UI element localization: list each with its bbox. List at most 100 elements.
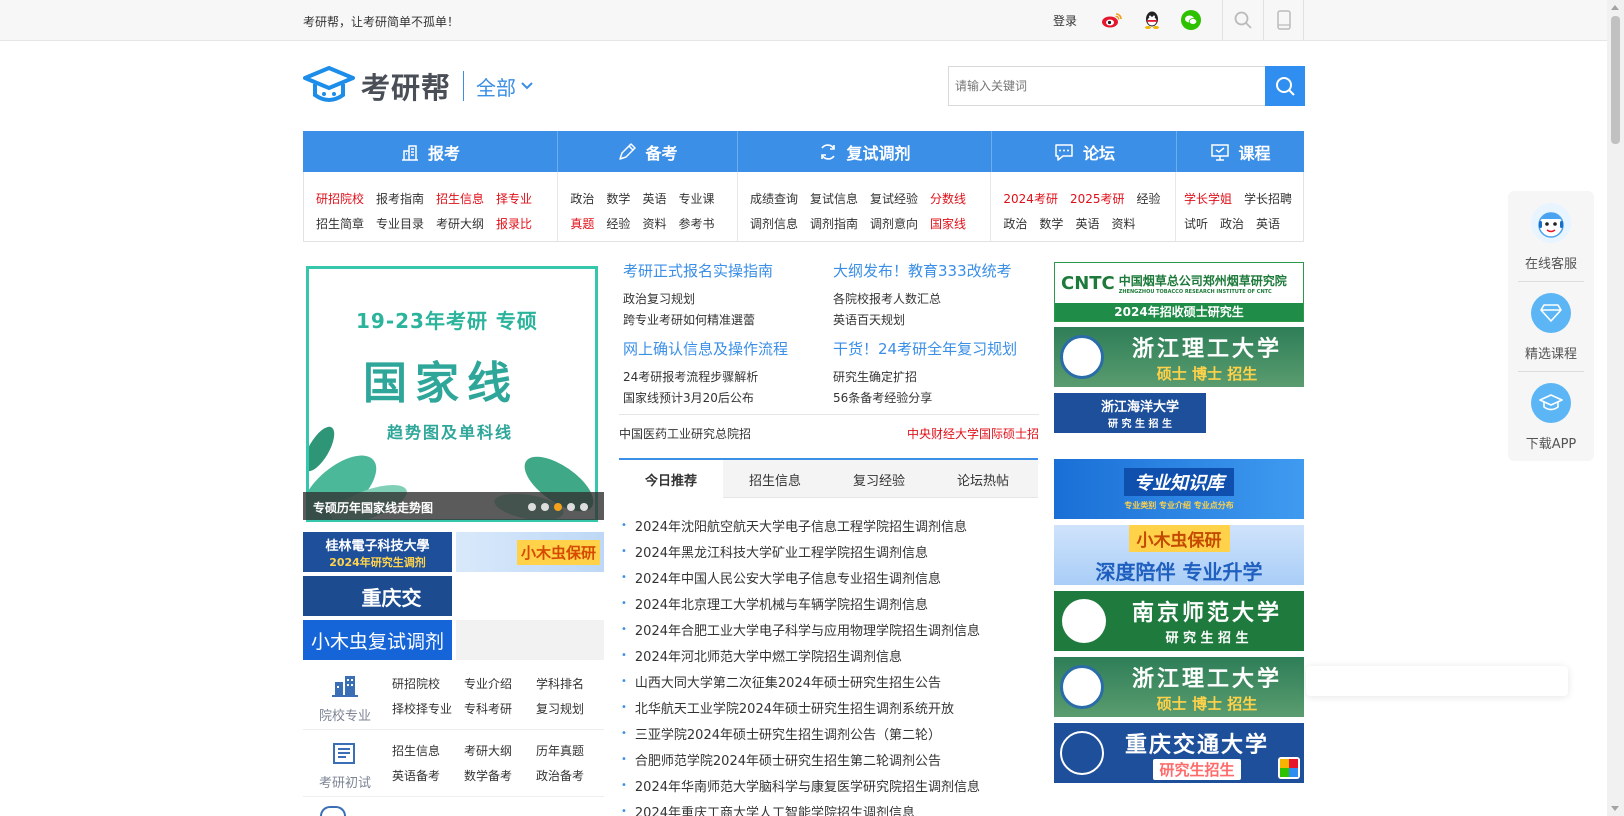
headline-sub-link[interactable]: 24考研报考流程步骤解析 bbox=[623, 368, 758, 385]
headline-link[interactable]: 考研正式报名实操指南 bbox=[623, 260, 773, 281]
subnav-link[interactable]: 考研大纲 bbox=[436, 215, 484, 232]
subnav-link[interactable]: 资料 bbox=[642, 215, 666, 232]
ad-knowledge-base[interactable]: 专业知识库 专业类别 专业介绍 专业点分布 bbox=[1054, 459, 1304, 519]
ad-xmc-fushi[interactable]: 小木虫复试调剂 bbox=[303, 620, 452, 660]
quick-link[interactable]: 英语备考 bbox=[392, 767, 464, 784]
ad-njnu[interactable]: 南京师范大学 研 究 生 招 生 bbox=[1054, 591, 1304, 651]
subnav-link[interactable]: 英语 bbox=[642, 190, 666, 207]
list-item[interactable]: • 2024年沈阳航空航天大学电子信息工程学院招生调剂信息 bbox=[619, 512, 1039, 538]
subnav-link[interactable]: 复试经验 bbox=[870, 190, 918, 207]
scope-dropdown[interactable]: 全部 bbox=[476, 72, 534, 101]
ad-xmc-baoyan[interactable]: 小木虫保研 bbox=[456, 532, 604, 572]
site-logo[interactable]: 考研帮 全部 bbox=[303, 64, 543, 108]
headline-link[interactable]: 网上确认信息及操作流程 bbox=[623, 338, 788, 359]
list-item[interactable]: • 2024年河北师范大学中燃工学院招生调剂信息 bbox=[619, 642, 1039, 668]
page-scrollbar[interactable] bbox=[1607, 0, 1624, 816]
subnav-link[interactable]: 资料 bbox=[1111, 215, 1135, 232]
search-button[interactable] bbox=[1265, 66, 1305, 106]
subnav-link[interactable]: 英语 bbox=[1075, 215, 1099, 232]
subnav-link[interactable]: 学长招聘 bbox=[1244, 190, 1292, 207]
quick-category[interactable]: 院校专业 bbox=[317, 674, 373, 724]
scroll-up-icon[interactable] bbox=[1611, 5, 1619, 10]
quick-link[interactable]: 择校择专业 bbox=[392, 700, 464, 717]
ad-tobacco[interactable]: CNTC 中国烟草总公司郑州烟草研究院 ZHENGZHOU TOBACCO RE… bbox=[1054, 262, 1304, 322]
nav-baokao[interactable]: 报考 bbox=[303, 131, 558, 172]
ad-guet[interactable]: 桂林電子科技大學 2024年研究生调剂 bbox=[303, 532, 452, 572]
qq-icon[interactable] bbox=[1141, 10, 1163, 30]
quick-link[interactable]: 专科考研 bbox=[464, 700, 536, 717]
subnav-link[interactable]: 报考指南 bbox=[376, 190, 424, 207]
tab-experience[interactable]: 复习经验 bbox=[827, 460, 931, 498]
subnav-link[interactable]: 2025考研 bbox=[1070, 190, 1125, 207]
list-item[interactable]: • 北华航天工业学院2024年硕士研究生招生调剂系统开放 bbox=[619, 694, 1039, 720]
subnav-link[interactable]: 政治 bbox=[1220, 215, 1244, 232]
nav-course[interactable]: 课程 bbox=[1177, 131, 1304, 172]
list-item[interactable]: • 山西大同大学第二次征集2024年硕士研究生招生公告 bbox=[619, 668, 1039, 694]
quick-category[interactable]: 考研初试 bbox=[317, 741, 373, 791]
wechat-icon[interactable] bbox=[1180, 10, 1202, 30]
online-support-button[interactable]: 在线客服 bbox=[1508, 203, 1594, 272]
subnav-link[interactable]: 专业目录 bbox=[376, 215, 424, 232]
subnav-link[interactable]: 专业课 bbox=[678, 190, 714, 207]
ad-cqjtu-right[interactable]: 重庆交通大学 研究生招生 bbox=[1054, 723, 1304, 783]
ad-zjou[interactable]: 浙江海洋大学 研 究 生 招 生 bbox=[1054, 393, 1206, 433]
carousel-dot[interactable] bbox=[541, 503, 549, 511]
subnav-link[interactable]: 政治 bbox=[570, 190, 594, 207]
headline-link[interactable]: 大纲发布！教育333改统考 bbox=[833, 260, 1012, 281]
ad-cqjtu[interactable]: 重庆交 bbox=[303, 576, 452, 616]
list-item[interactable]: • 2024年华南师范大学脑科学与康复医学研究院招生调剂信息 bbox=[619, 772, 1039, 798]
nav-beikao[interactable]: 备考 bbox=[558, 131, 738, 172]
tab-today[interactable]: 今日推荐 bbox=[619, 460, 723, 498]
quick-link[interactable]: 研招院校 bbox=[392, 675, 464, 692]
headline-sub-link[interactable]: 英语百天规划 bbox=[833, 311, 905, 328]
quick-link[interactable]: 学科排名 bbox=[536, 675, 608, 692]
quick-link[interactable]: 政治备考 bbox=[536, 767, 608, 784]
mobile-icon[interactable] bbox=[1273, 10, 1295, 30]
carousel-dot-active[interactable] bbox=[554, 503, 562, 511]
quick-link[interactable]: 复习规划 bbox=[536, 700, 608, 717]
hero-banner[interactable]: 19-23年考研 专硕 国家线 趋势图及单科线 bbox=[306, 266, 598, 522]
list-item[interactable]: • 2024年中国人民公安大学电子信息专业招生调剂信息 bbox=[619, 564, 1039, 590]
subnav-link[interactable]: 数学 bbox=[1039, 215, 1063, 232]
subnav-link[interactable]: 试听 bbox=[1184, 215, 1208, 232]
list-item[interactable]: • 三亚学院2024年硕士研究生招生调剂公告（第二轮） bbox=[619, 720, 1039, 746]
subnav-link[interactable]: 报录比 bbox=[496, 215, 532, 232]
list-item[interactable]: • 2024年黑龙江科技大学矿业工程学院招生调剂信息 bbox=[619, 538, 1039, 564]
headline-sub-link[interactable]: 跨专业考研如何精准選蕾 bbox=[623, 311, 755, 328]
subnav-link[interactable]: 分数线 bbox=[930, 190, 966, 207]
search-input[interactable] bbox=[949, 67, 1264, 105]
subnav-link[interactable]: 招生简章 bbox=[316, 215, 364, 232]
ticker-link[interactable]: 中央财经大学国际硕士招 bbox=[907, 425, 1039, 442]
subnav-link[interactable]: 调剂信息 bbox=[750, 215, 798, 232]
subnav-link[interactable]: 成绩查询 bbox=[750, 190, 798, 207]
subnav-link[interactable]: 政治 bbox=[1003, 215, 1027, 232]
subnav-link[interactable]: 英语 bbox=[1256, 215, 1280, 232]
scroll-down-icon[interactable] bbox=[1611, 806, 1619, 811]
subnav-link[interactable]: 参考书 bbox=[678, 215, 714, 232]
subnav-link[interactable]: 招生信息 bbox=[436, 190, 484, 207]
quick-link[interactable]: 专业介绍 bbox=[464, 675, 536, 692]
carousel-dot[interactable] bbox=[567, 503, 575, 511]
subnav-link[interactable]: 国家线 bbox=[930, 215, 966, 232]
ad-zstu-2[interactable]: 浙江理工大学 硕士 博士 招生 bbox=[1054, 657, 1304, 717]
subnav-link[interactable]: 学长学姐 bbox=[1184, 190, 1232, 207]
subnav-link[interactable]: 经验 bbox=[1137, 190, 1161, 207]
headline-sub-link[interactable]: 国家线预计3月20后公布 bbox=[623, 389, 754, 406]
headline-sub-link[interactable]: 研究生确定扩招 bbox=[833, 368, 917, 385]
subnav-link[interactable]: 调剂指南 bbox=[810, 215, 858, 232]
headline-sub-link[interactable]: 56条备考经验分享 bbox=[833, 389, 932, 406]
featured-course-button[interactable]: 精选课程 bbox=[1508, 293, 1594, 362]
login-link[interactable]: 登录 bbox=[1053, 12, 1077, 29]
carousel-dot[interactable] bbox=[580, 503, 588, 511]
subnav-link[interactable]: 数学 bbox=[606, 190, 630, 207]
list-item[interactable]: • 2024年北京理工大学机械与车辆学院招生调剂信息 bbox=[619, 590, 1039, 616]
subnav-link[interactable]: 择专业 bbox=[496, 190, 532, 207]
list-item[interactable]: • 2024年重庆工商大学人工智能学院招生调剂信息 bbox=[619, 798, 1039, 816]
weibo-icon[interactable] bbox=[1101, 10, 1123, 30]
nav-forum[interactable]: 论坛 bbox=[992, 131, 1177, 172]
quick-link[interactable]: 考研大纲 bbox=[464, 742, 536, 759]
carousel-dot[interactable] bbox=[528, 503, 536, 511]
headline-link[interactable]: 干货！24考研全年复习规划 bbox=[833, 338, 1017, 359]
scrollbar-thumb[interactable] bbox=[1611, 16, 1620, 144]
search-icon[interactable] bbox=[1232, 10, 1254, 30]
